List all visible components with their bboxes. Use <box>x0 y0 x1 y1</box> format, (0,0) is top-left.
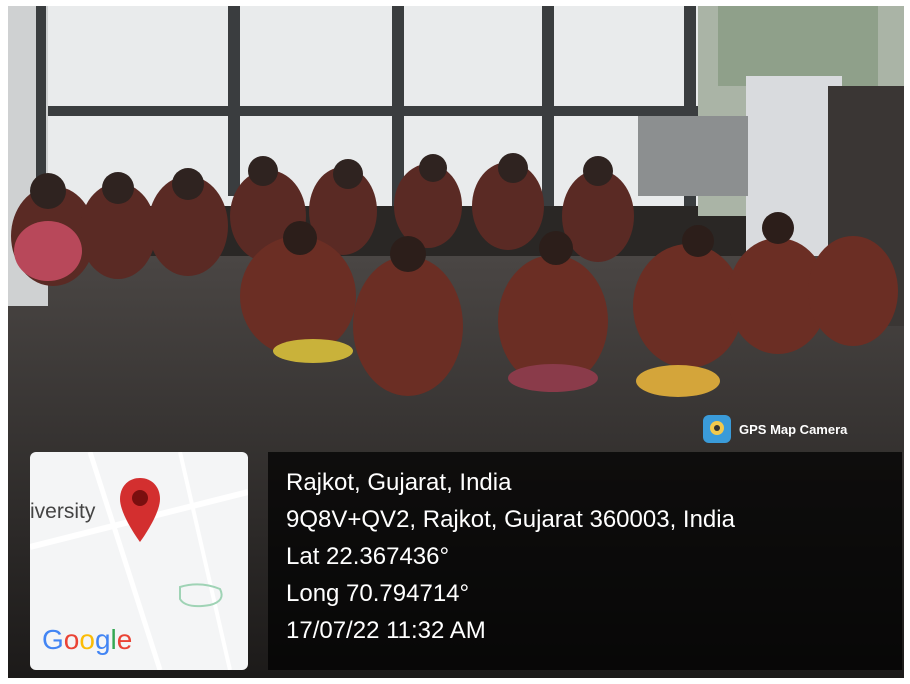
map-place-label: iversity <box>30 500 96 523</box>
google-logo: Google <box>42 624 133 655</box>
app-name: GPS Map Camera <box>739 421 848 437</box>
city-line: Rajkot, Gujarat, India <box>286 469 512 496</box>
latitude: Lat 22.367436° <box>286 543 450 570</box>
timestamp: 17/07/22 11:32 AM <box>286 617 486 644</box>
camera-map-icon <box>703 415 731 443</box>
address-line: 9Q8V+QV2, Rajkot, Gujarat 360003, India <box>286 506 735 533</box>
photo-frame: GPS Map Camera iversity Google Rajkot, G… <box>0 0 910 684</box>
map-thumbnail: iversity Google <box>30 452 248 670</box>
gps-map-camera-badge: GPS Map Camera <box>703 412 847 446</box>
map-pin-icon <box>120 478 160 542</box>
longitude: Long 70.794714° <box>286 580 470 607</box>
location-info-panel: Rajkot, Gujarat, India 9Q8V+QV2, Rajkot,… <box>268 452 902 670</box>
